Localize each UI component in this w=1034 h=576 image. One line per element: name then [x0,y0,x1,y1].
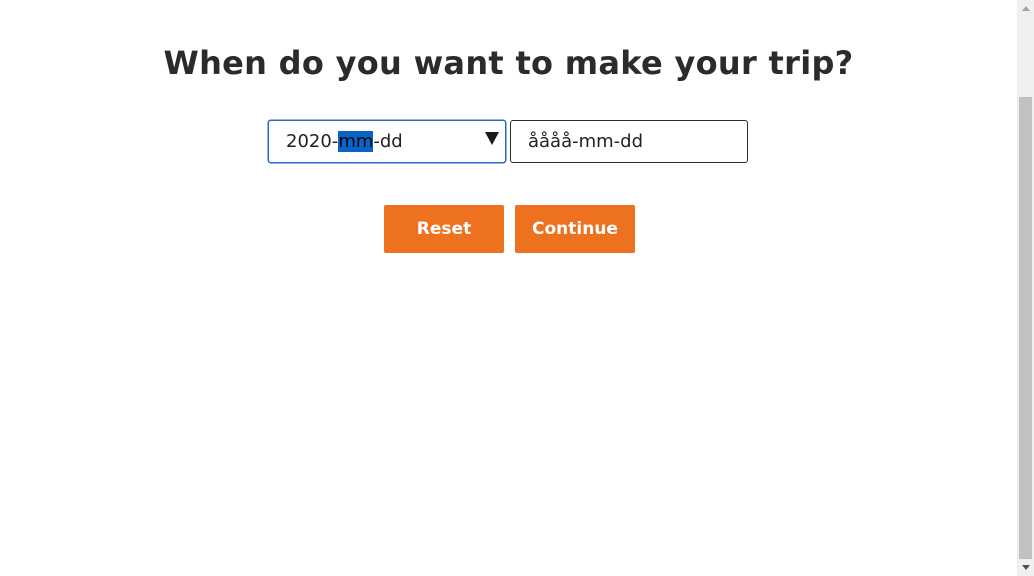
reset-button[interactable]: Reset [384,205,504,253]
vertical-scrollbar[interactable] [1017,0,1034,576]
arrow-down-icon [1021,565,1030,570]
start-date-year[interactable]: 2020- [286,131,338,152]
start-date-month-selected[interactable]: mm [338,131,374,152]
scroll-up-button[interactable] [1017,0,1034,17]
dropdown-arrow-icon[interactable] [485,132,499,145]
end-date-placeholder[interactable]: åååå-mm-dd [528,131,643,152]
page-content: When do you want to make your trip? 2020… [0,0,1017,576]
scrollbar-thumb[interactable] [1019,97,1032,559]
start-date-day[interactable]: -dd [373,131,402,152]
arrow-up-icon [1021,6,1030,11]
end-date-input[interactable]: åååå-mm-dd [510,120,748,163]
start-date-input[interactable]: 2020- mm -dd [268,120,506,163]
scroll-down-button[interactable] [1017,559,1034,576]
page-title: When do you want to make your trip? [163,44,854,82]
continue-button[interactable]: Continue [515,205,635,253]
